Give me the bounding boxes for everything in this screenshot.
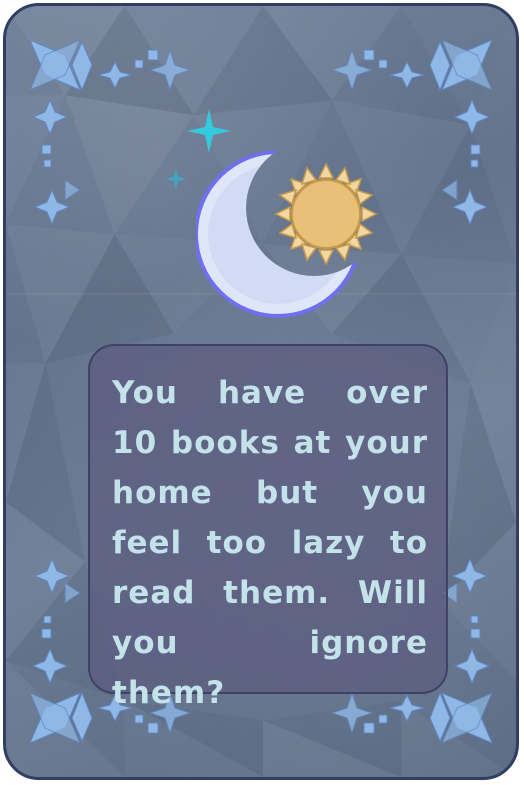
question-text-panel: You have over 10 books at your home but … [88, 344, 448, 711]
small-sparkle-star-icon [165, 168, 187, 190]
question-card[interactable]: You have over 10 books at your home but … [3, 3, 519, 780]
corner-ornament-top-left [29, 39, 192, 226]
question-text: You have over 10 books at your home but … [112, 375, 428, 711]
moon-and-sun-icon [196, 150, 378, 318]
